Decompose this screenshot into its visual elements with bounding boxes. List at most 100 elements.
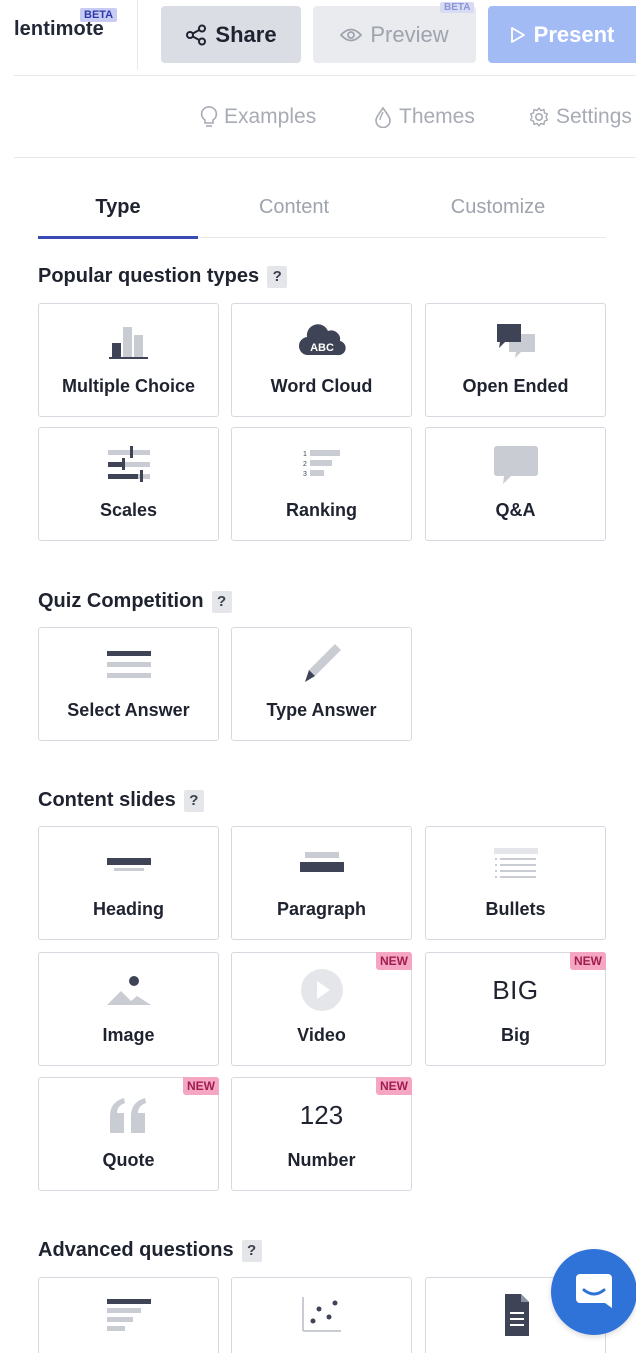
word-cloud-icon-text: ABC xyxy=(310,342,334,354)
list-lines-icon xyxy=(106,651,151,678)
card-paragraph[interactable]: Paragraph xyxy=(231,826,412,940)
help-button[interactable]: ? xyxy=(267,265,288,288)
number-icon: 123 xyxy=(299,1099,344,1130)
card-select-answer[interactable]: Select Answer xyxy=(38,627,219,741)
quote-icon xyxy=(109,1098,146,1133)
play-icon xyxy=(300,969,343,1011)
card-label: Quote xyxy=(102,1150,155,1170)
themes-label: Themes xyxy=(399,105,475,128)
card-heading[interactable]: Heading xyxy=(38,826,219,940)
card-open-ended[interactable]: Open Ended xyxy=(425,303,606,417)
section-title-advanced: Advanced questions ? xyxy=(38,1239,262,1262)
help-button[interactable]: ? xyxy=(211,590,232,613)
ranking-icon: 1 2 3 xyxy=(303,450,340,478)
card-word-cloud[interactable]: ABC Word Cloud xyxy=(231,303,412,417)
preview-beta-badge: BETA xyxy=(440,2,475,13)
help-button[interactable]: ? xyxy=(183,789,204,812)
card-qa[interactable]: Q&A xyxy=(425,427,606,541)
svg-text:3: 3 xyxy=(303,471,307,478)
card-advanced-2[interactable] xyxy=(231,1277,412,1353)
preview-label: Preview xyxy=(370,21,449,47)
card-type-answer[interactable]: Type Answer xyxy=(231,627,412,741)
divider xyxy=(137,0,138,70)
card-big[interactable]: NEW BIG Big xyxy=(425,952,606,1066)
section-title-content: Content slides ? xyxy=(38,789,204,812)
card-label: Paragraph xyxy=(276,899,367,919)
card-multiple-choice[interactable]: Multiple Choice xyxy=(38,303,219,417)
present-button[interactable]: Present xyxy=(488,6,636,63)
share-button[interactable]: Share xyxy=(161,6,301,63)
section-title-text: Content slides xyxy=(38,789,176,811)
card-number[interactable]: NEW 123 Number xyxy=(231,1077,412,1191)
paragraph-icon xyxy=(299,852,344,872)
section-title-text: Quiz Competition xyxy=(38,590,204,612)
bar-chart-icon xyxy=(108,327,148,359)
card-label: Multiple Choice xyxy=(61,376,195,396)
settings-button[interactable]: Settings xyxy=(528,102,632,132)
share-icon xyxy=(186,24,207,45)
qa-bubble-icon xyxy=(493,446,538,484)
top-bar: lentimote BETA Share Preview BETA Presen… xyxy=(0,0,636,75)
document-icon xyxy=(504,1294,529,1336)
bullets-icon xyxy=(493,848,538,878)
card-quote[interactable]: NEW Quote xyxy=(38,1077,219,1191)
section-title-popular: Popular question types ? xyxy=(38,265,288,288)
active-tab-indicator xyxy=(38,236,198,239)
card-bullets[interactable]: Bullets xyxy=(425,826,606,940)
preview-button[interactable]: Preview xyxy=(313,6,476,63)
card-advanced-1[interactable] xyxy=(38,1277,219,1353)
gear-icon xyxy=(529,107,549,127)
card-video[interactable]: NEW Video xyxy=(231,952,412,1066)
scatter-icon xyxy=(301,1297,341,1332)
lightbulb-icon xyxy=(200,106,218,127)
present-label: Present xyxy=(533,21,615,47)
svg-text:1: 1 xyxy=(303,451,307,458)
card-label: Big xyxy=(501,1025,530,1045)
card-label: Select Answer xyxy=(67,700,190,720)
big-text-icon: BIG xyxy=(492,974,539,1005)
brand-beta-badge: BETA xyxy=(80,8,118,22)
drop-icon xyxy=(375,106,391,128)
eye-icon xyxy=(340,28,363,41)
help-button[interactable]: ? xyxy=(241,1239,262,1262)
tab-customize[interactable]: Customize xyxy=(414,196,582,226)
divider xyxy=(14,75,636,76)
tab-type[interactable]: Type xyxy=(38,196,198,226)
card-label: Video xyxy=(297,1025,346,1045)
card-label: Type Answer xyxy=(266,700,377,720)
share-label: Share xyxy=(215,21,277,47)
card-label: Heading xyxy=(92,899,164,919)
card-scales[interactable]: Scales xyxy=(38,427,219,541)
card-ranking[interactable]: 1 2 3 Ranking xyxy=(231,427,412,541)
card-label: Bullets xyxy=(485,899,546,919)
heading-icon xyxy=(106,858,151,871)
card-label: Word Cloud xyxy=(270,376,373,396)
section-title-quiz: Quiz Competition ? xyxy=(38,590,232,613)
chat-launcher-button[interactable] xyxy=(551,1249,636,1335)
card-label: Number xyxy=(287,1150,356,1170)
examples-button[interactable]: Examples xyxy=(200,102,316,132)
svg-text:2: 2 xyxy=(303,461,307,468)
card-label: Q&A xyxy=(495,500,536,520)
word-cloud-icon: ABC xyxy=(298,324,346,356)
scales-icon xyxy=(107,446,150,482)
tab-content[interactable]: Content xyxy=(214,196,374,226)
text-lines-icon xyxy=(106,1299,151,1331)
card-label: Ranking xyxy=(285,500,357,520)
card-label: Open Ended xyxy=(462,376,569,396)
card-image[interactable]: Image xyxy=(38,952,219,1066)
play-outline-icon xyxy=(510,26,525,43)
image-icon xyxy=(106,976,151,1005)
divider xyxy=(14,157,636,158)
examples-label: Examples xyxy=(224,105,317,128)
section-title-text: Advanced questions xyxy=(38,1239,234,1261)
pencil-icon xyxy=(304,644,341,682)
card-label: Scales xyxy=(99,500,158,520)
card-label: Image xyxy=(102,1025,155,1045)
settings-label: Settings xyxy=(556,105,632,128)
themes-button[interactable]: Themes xyxy=(373,102,475,132)
section-title-text: Popular question types xyxy=(38,265,260,287)
chat-icon xyxy=(576,1274,612,1308)
page: lentimote BETA Share Preview BETA Presen… xyxy=(0,0,636,1353)
speech-bubbles-icon xyxy=(496,324,535,358)
